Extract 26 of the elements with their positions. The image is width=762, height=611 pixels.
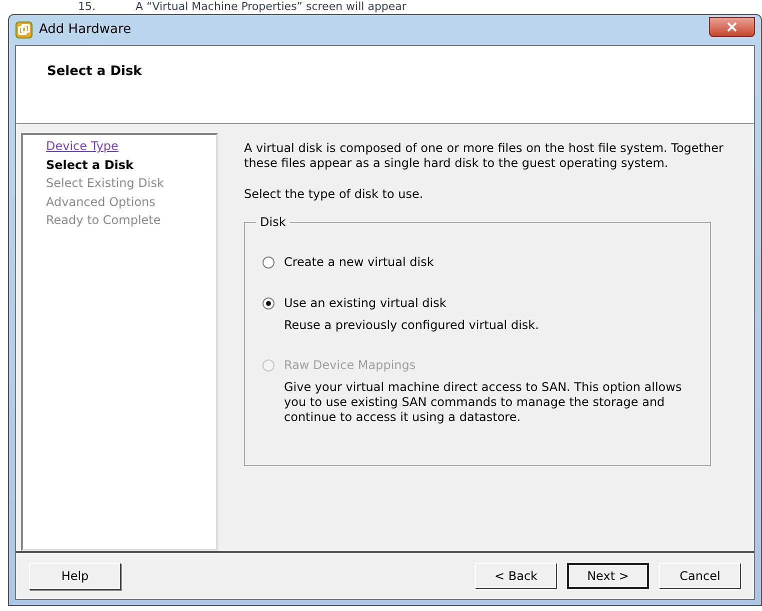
option-label: Raw Device Mappings [284,357,416,374]
prompt-text: Select the type of disk to use. [244,186,424,203]
document-text: 15. [78,0,96,14]
next-button[interactable]: Next > [567,563,649,589]
step-item: Ready to Complete [46,212,161,229]
step-item: Advanced Options [46,194,156,210]
option-description: Give your virtual machine direct access to SAN. This option allows you to use existing SAN commands to manage the storage and continue to access it using a datastore. [284,380,683,425]
radio-button[interactable] [262,296,275,310]
step-item: Select Existing Disk [46,175,164,192]
step-item: Select a Disk [46,156,134,174]
help-button[interactable]: Help [29,562,121,590]
page-title: Select a Disk [47,64,142,79]
app-icon [15,21,33,39]
option-label: Use an existing virtual disk [284,295,446,312]
document-text: A “Virtual Machine Properties” screen will appear [136,0,406,14]
cancel-button[interactable]: Cancel [659,563,741,589]
option-label: Create a new virtual disk [284,254,434,271]
group-label: Disk [259,214,287,231]
option-description: Reuse a previously configured virtual disk. [284,318,540,333]
step-link[interactable]: Device Type [46,137,118,156]
radio-button[interactable] [262,256,275,268]
intro-text: A virtual disk is composed of one or more files on the host file system. Together these files appear as a single hard disk to the guest operating system. [244,141,724,171]
back-button[interactable]: < Back [475,563,557,589]
close-button[interactable] [709,17,755,37]
close-icon [727,22,737,32]
window-title: Add Hardware [39,21,132,40]
